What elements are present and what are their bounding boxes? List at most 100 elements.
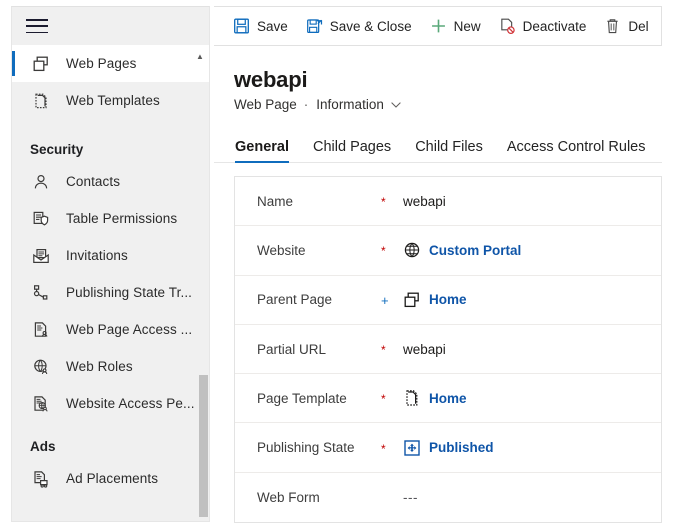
- save-icon: [233, 18, 250, 35]
- ad-placements-icon: [30, 468, 52, 490]
- field-label: Partial URL: [257, 341, 327, 357]
- field-required-marker: *: [381, 392, 386, 407]
- sidebar-scrollbar-thumb[interactable]: [199, 375, 208, 517]
- form-row: Partial URL * webapi: [235, 325, 661, 375]
- field-value-text: Published: [429, 440, 494, 456]
- form-selector-label: Information: [316, 97, 384, 112]
- sidebar-item-label: Web Pages: [66, 56, 137, 71]
- sidebar-item-label: Web Roles: [66, 359, 133, 374]
- sidebar-item-label: Web Page Access ...: [66, 322, 193, 337]
- form-selector[interactable]: Information: [316, 97, 401, 112]
- record-header: webapi Web Page · Information: [214, 46, 662, 112]
- command-label: New: [453, 18, 481, 34]
- field-value-text: ---: [403, 489, 418, 505]
- page-title: webapi: [234, 67, 308, 92]
- form-row: Name * webapi: [235, 177, 661, 227]
- sidebar-item-label: Website Access Pe...: [66, 396, 195, 411]
- sidebar-nav-list: Web Pages Web Templates Security Contacts Ta…: [12, 45, 209, 497]
- field-required-marker: +: [381, 293, 389, 309]
- sidebar-item-publishing-state-tr[interactable]: Publishing State Tr...: [12, 274, 209, 311]
- field-required-marker: *: [381, 195, 386, 210]
- field-required-marker: [381, 496, 403, 498]
- tab-access-control-rules[interactable]: Access Control Rules: [495, 139, 658, 162]
- field-value[interactable]: webapi: [403, 342, 446, 357]
- sidebar-item-label: Web Templates: [66, 93, 160, 108]
- del-button[interactable]: Del: [595, 7, 657, 45]
- main-pane: Save Save & Close New Deactivate Del webapi …: [214, 6, 662, 524]
- plus-icon: [430, 18, 447, 35]
- publishing-state-transition-icon: [30, 282, 52, 304]
- save-close-button[interactable]: Save & Close: [297, 7, 421, 45]
- sidebar-item-label: Invitations: [66, 248, 128, 263]
- field-label: Publishing State: [257, 440, 355, 456]
- sidebar-group-ads: Ads: [30, 439, 56, 454]
- sidebar-item-web-page-access[interactable]: Web Page Access ...: [12, 311, 209, 348]
- save-button[interactable]: Save: [224, 7, 297, 45]
- form-row: Website * Custom Portal: [235, 226, 661, 276]
- command-label: Deactivate: [522, 18, 587, 34]
- field-value-link[interactable]: Published: [403, 439, 494, 457]
- sidebar-scrollbar-track[interactable]: [198, 45, 209, 521]
- command-label: Save & Close: [329, 18, 412, 34]
- sidebar-item-contacts[interactable]: Contacts: [12, 163, 209, 200]
- deactivate-button[interactable]: Deactivate: [490, 7, 596, 45]
- website-access-icon: [30, 393, 52, 415]
- web-roles-globe-icon: [30, 356, 52, 378]
- web-templates-icon: [30, 90, 52, 112]
- web-page-access-icon: [30, 319, 52, 341]
- field-value-text: Home: [429, 292, 467, 308]
- field-required-marker: *: [381, 343, 386, 358]
- field-value-text: webapi: [403, 193, 446, 209]
- sidebar-item-website-access-pe[interactable]: Website Access Pe...: [12, 385, 209, 422]
- field-value[interactable]: webapi: [403, 194, 446, 209]
- sidebar-item-invitations[interactable]: Invitations: [12, 237, 209, 274]
- sidebar-item-web-templates[interactable]: Web Templates: [12, 82, 209, 119]
- sidebar-item-table-permissions[interactable]: Table Permissions: [12, 200, 209, 237]
- sidebar-scroll-area: Web Pages Web Templates Security Contacts Ta…: [12, 45, 209, 521]
- table-permissions-icon: [30, 208, 52, 230]
- sidebar-item-web-pages[interactable]: Web Pages: [12, 45, 209, 82]
- sidebar-group-security: Security: [30, 142, 84, 157]
- form-tab-list: General Child Pages Child Files Access Cont…: [214, 131, 662, 163]
- tab-child-files[interactable]: Child Files: [403, 139, 495, 162]
- command-label: Save: [257, 18, 288, 34]
- field-value-link[interactable]: Custom Portal: [403, 241, 521, 259]
- field-value-text: Custom Portal: [429, 242, 522, 258]
- new-button[interactable]: New: [421, 7, 490, 45]
- sidebar-item-label: Publishing State Tr...: [66, 285, 193, 300]
- form-row: Parent Page + Home: [235, 276, 661, 325]
- web-pages-icon: [30, 53, 52, 75]
- tab-general[interactable]: General: [235, 139, 301, 163]
- deactivate-icon: [499, 18, 516, 35]
- globe-icon: [403, 241, 421, 259]
- field-label: Parent Page: [257, 292, 333, 308]
- sidebar-header: [12, 7, 209, 45]
- field-value[interactable]: ---: [403, 490, 418, 505]
- breadcrumb-separator: ·: [303, 97, 309, 112]
- sidebar-item-ad-placements[interactable]: Ad Placements: [12, 460, 209, 497]
- publishing-state-icon: [403, 439, 421, 457]
- field-label: Page Template: [257, 390, 347, 406]
- form-row: Page Template * Home: [235, 374, 661, 424]
- breadcrumb: Web Page · Information: [234, 97, 662, 112]
- field-required-marker: *: [381, 244, 386, 259]
- save-and-close-icon: [306, 18, 323, 35]
- sidebar-item-label: Contacts: [66, 174, 121, 189]
- sidebar-item-label: Table Permissions: [66, 211, 178, 226]
- field-value-link[interactable]: Home: [403, 389, 467, 407]
- app-window: Web Pages Web Templates Security Contacts Ta…: [0, 0, 677, 531]
- command-bar: Save Save & Close New Deactivate Del: [214, 6, 662, 46]
- field-value-link[interactable]: Home: [403, 291, 467, 309]
- chevron-down-icon: [391, 101, 401, 108]
- field-label: Website: [257, 242, 306, 258]
- hamburger-icon[interactable]: [26, 18, 48, 34]
- general-field-card: Name * webapi Website * Custom Portal Parent P…: [234, 176, 662, 524]
- breadcrumb-entity: Web Page: [234, 97, 297, 112]
- tab-child-pages[interactable]: Child Pages: [301, 139, 403, 162]
- field-label: Web Form: [257, 489, 320, 505]
- form-row: Publishing State * Published: [235, 423, 661, 473]
- form-section: Name * webapi Website * Custom Portal Parent P…: [214, 163, 662, 524]
- field-value-text: webapi: [403, 341, 446, 357]
- sidebar-item-web-roles[interactable]: Web Roles: [12, 348, 209, 385]
- field-required-marker: *: [381, 441, 386, 456]
